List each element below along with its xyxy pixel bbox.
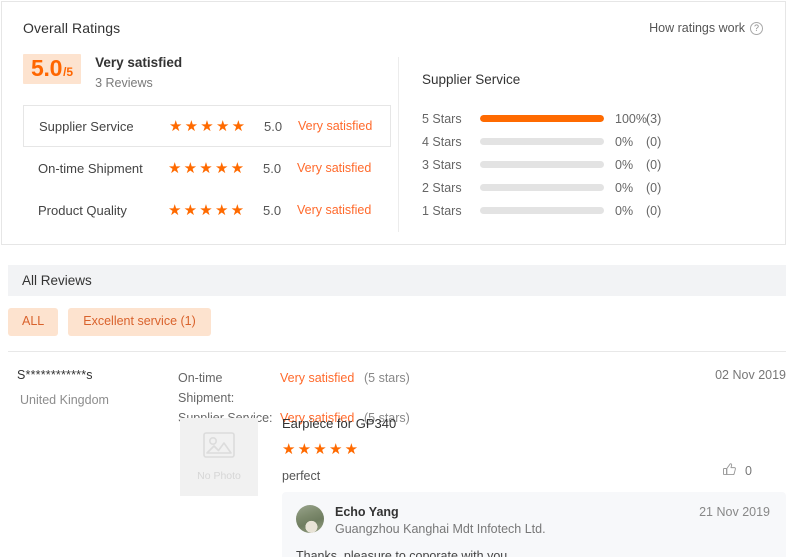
distribution-count: (0) <box>646 157 662 172</box>
distribution-bar-track <box>480 207 604 214</box>
distribution-bar-track <box>480 161 604 168</box>
all-reviews-header: All Reviews <box>8 265 786 296</box>
reply-company-name: Guangzhou Kanghai Mdt Infotech Ltd. <box>335 522 546 536</box>
distribution-row[interactable]: 3 Stars 0% (0) <box>422 153 762 176</box>
dimension-stars-icon: ★★★★★ <box>168 160 247 177</box>
supplier-reviews-page: Overall Ratings How ratings work ? 5.0 /… <box>0 0 798 557</box>
reply-identity: Echo Yang Guangzhou Kanghai Mdt Infotech… <box>335 505 699 536</box>
no-photo-label: No Photo <box>197 470 241 482</box>
reply-date: 21 Nov 2019 <box>699 505 770 519</box>
dimension-text: Very satisfied <box>297 203 372 217</box>
dimension-score: 5.0 <box>263 202 282 218</box>
distribution-count: (0) <box>646 203 662 218</box>
thumbs-up-icon[interactable] <box>722 462 737 480</box>
page-title: Overall Ratings <box>23 20 121 36</box>
dimension-score: 5.0 <box>264 118 283 134</box>
image-placeholder-icon <box>203 432 235 463</box>
supplier-reply: Echo Yang Guangzhou Kanghai Mdt Infotech… <box>282 492 786 557</box>
distribution-row[interactable]: 1 Stars 0% (0) <box>422 199 762 222</box>
rating-dimension-row-supplier-service[interactable]: Supplier Service ★★★★★ 5.0 Very satisfie… <box>23 105 391 147</box>
distribution-row[interactable]: 5 Stars 100% (3) <box>422 107 762 130</box>
dimension-score: 5.0 <box>263 160 282 176</box>
review-rating-line: On-time Shipment: Very satisfied (5 star… <box>178 368 410 408</box>
review-content: Earpiece for GP340 ★★★★★ perfect <box>282 416 702 483</box>
review-stars-icon: ★★★★★ <box>282 441 361 458</box>
dimension-stars-icon: ★★★★★ <box>169 118 248 135</box>
overall-review-count: 3 Reviews <box>95 76 153 91</box>
filter-chip-all[interactable]: ALL <box>8 308 59 336</box>
review-text: perfect <box>282 469 321 483</box>
distribution-percent: 0% <box>615 157 634 172</box>
reviewed-product-title[interactable]: Earpiece for GP340 <box>282 416 702 431</box>
dimension-text: Very satisfied <box>297 161 372 175</box>
reply-header: Echo Yang Guangzhou Kanghai Mdt Infotech… <box>296 505 770 536</box>
rating-dimension-list: Supplier Service ★★★★★ 5.0 Very satisfie… <box>23 105 391 231</box>
rating-dimension-row-on-time-shipment[interactable]: On-time Shipment ★★★★★ 5.0 Very satisfie… <box>23 147 391 189</box>
distribution-star-label: 1 Stars <box>422 203 462 218</box>
rating-line-key: On-time Shipment: <box>178 371 235 405</box>
overall-score-denominator: /5 <box>63 65 74 79</box>
distribution-star-label: 4 Stars <box>422 134 462 149</box>
reply-author-name: Echo Yang <box>335 505 399 519</box>
rating-line-note: (5 stars) <box>364 371 410 385</box>
reply-text: Thanks, pleasure to coporate with you <box>296 549 508 557</box>
distribution-bar-track <box>480 115 604 122</box>
review-photo-placeholder: No Photo <box>180 418 258 496</box>
helpful-count: 0 <box>745 464 752 478</box>
overall-score-summary: 5.0 /5 Very satisfied 3 Reviews <box>23 54 182 90</box>
how-ratings-work-link[interactable]: How ratings work ? <box>649 21 763 35</box>
helpful-button[interactable]: 0 <box>722 462 752 480</box>
distribution-row[interactable]: 4 Stars 0% (0) <box>422 130 762 153</box>
overall-score-label: Very satisfied <box>95 55 183 70</box>
rating-line-value: Very satisfied <box>280 371 355 385</box>
rating-dimension-row-product-quality[interactable]: Product Quality ★★★★★ 5.0 Very satisfied <box>23 189 391 231</box>
distribution-row[interactable]: 2 Stars 0% (0) <box>422 176 762 199</box>
distribution-count: (3) <box>646 111 662 126</box>
reviews-divider <box>8 351 786 352</box>
reviewer-info: S************s United Kingdom <box>17 368 177 407</box>
overall-ratings-card: Overall Ratings How ratings work ? 5.0 /… <box>1 1 786 245</box>
distribution-percent: 0% <box>615 134 634 149</box>
how-ratings-work-label: How ratings work <box>649 21 745 35</box>
dimension-text: Very satisfied <box>298 119 373 133</box>
distribution-star-label: 3 Stars <box>422 157 462 172</box>
distribution-bar-fill <box>480 115 604 122</box>
overall-score-text: Very satisfied 3 Reviews <box>95 54 182 90</box>
filter-chip-excellent-service[interactable]: Excellent service (1) <box>68 308 211 336</box>
dimension-name: On-time Shipment <box>38 160 143 176</box>
ratings-card-header: Overall Ratings How ratings work ? <box>2 2 785 42</box>
distribution-bar-track <box>480 138 604 145</box>
distribution-bar-track <box>480 184 604 191</box>
dimension-name: Product Quality <box>38 202 127 218</box>
distribution-title: Supplier Service <box>422 72 521 87</box>
reviewer-name: S************s <box>17 368 93 382</box>
overall-score-badge: 5.0 /5 <box>23 54 82 84</box>
dimension-name: Supplier Service <box>39 118 134 134</box>
distribution-count: (0) <box>646 180 662 195</box>
dimension-stars-icon: ★★★★★ <box>168 202 247 219</box>
all-reviews-heading: All Reviews <box>22 273 92 288</box>
question-circle-icon[interactable]: ? <box>750 21 763 35</box>
avatar <box>296 505 324 533</box>
review-filter-chips: ALL Excellent service (1) <box>8 308 211 336</box>
distribution-percent: 100% <box>615 111 647 126</box>
review-date: 02 Nov 2019 <box>715 368 786 382</box>
distribution-percent: 0% <box>615 203 634 218</box>
distribution-star-label: 2 Stars <box>422 180 462 195</box>
card-vertical-divider <box>398 57 399 232</box>
distribution-percent: 0% <box>615 180 634 195</box>
distribution-count: (0) <box>646 134 662 149</box>
reviewer-location: United Kingdom <box>20 393 109 407</box>
overall-score-value: 5.0 <box>31 55 63 81</box>
distribution-star-label: 5 Stars <box>422 111 462 126</box>
rating-distribution-chart: Supplier Service 5 Stars 100% (3) 4 Star… <box>422 72 762 222</box>
